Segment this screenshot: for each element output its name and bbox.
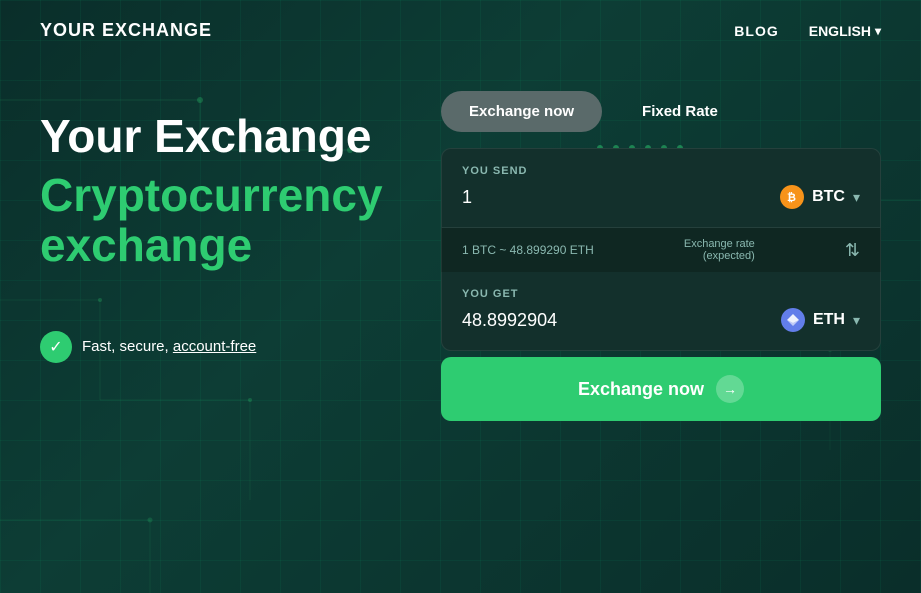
exchange-btn-label: Exchange now bbox=[578, 379, 704, 400]
feature-badge: ✓ Fast, secure, account-free bbox=[40, 331, 401, 363]
send-section: YOU SEND ₿ BTC ▾ bbox=[441, 148, 881, 228]
check-icon: ✓ bbox=[40, 331, 72, 363]
get-field-row: ETH ▾ bbox=[462, 308, 860, 332]
exchange-rate-sublabel: (expected) bbox=[684, 250, 755, 262]
eth-icon bbox=[781, 308, 805, 332]
send-currency-selector[interactable]: ₿ BTC ▾ bbox=[780, 185, 860, 209]
exchange-widget: Exchange now Fixed Rate YOU SEND ₿ BTC bbox=[441, 91, 881, 421]
language-selector[interactable]: ENGLISH ▾ bbox=[809, 23, 881, 39]
send-field-row: ₿ BTC ▾ bbox=[462, 185, 860, 209]
hero-title-line1: Your Exchange bbox=[40, 111, 401, 162]
send-label: YOU SEND bbox=[462, 165, 860, 177]
exchange-now-button[interactable]: Exchange now → bbox=[441, 357, 881, 421]
lang-label: ENGLISH bbox=[809, 23, 871, 39]
btc-icon: ₿ bbox=[780, 185, 804, 209]
header: YOUR EXCHANGE BLOG ENGLISH ▾ bbox=[0, 0, 921, 61]
get-label: YOU GET bbox=[462, 288, 860, 300]
nav: BLOG ENGLISH ▾ bbox=[734, 23, 881, 39]
hero-section: Your Exchange Cryptocurrency exchange ✓ … bbox=[40, 91, 401, 363]
send-currency-name: BTC bbox=[812, 188, 845, 206]
get-currency-name: ETH bbox=[813, 311, 845, 329]
exchange-rate-info: Exchange rate (expected) bbox=[684, 238, 755, 262]
feature-text: Fast, secure, account-free bbox=[82, 338, 256, 355]
swap-arrows-icon[interactable]: ⇅ bbox=[845, 240, 860, 261]
logo: YOUR EXCHANGE bbox=[40, 20, 212, 41]
get-amount-input[interactable] bbox=[462, 310, 781, 331]
tab-fixed-rate[interactable]: Fixed Rate bbox=[622, 91, 738, 132]
nav-blog-link[interactable]: BLOG bbox=[734, 23, 778, 39]
main-content: Your Exchange Cryptocurrency exchange ✓ … bbox=[0, 61, 921, 421]
get-dropdown-arrow[interactable]: ▾ bbox=[853, 312, 860, 329]
info-bar: 1 BTC ~ 48.899290 ETH Exchange rate (exp… bbox=[441, 228, 881, 272]
hero-subtitle: Cryptocurrency exchange bbox=[40, 170, 401, 271]
rate-info-text: 1 BTC ~ 48.899290 ETH bbox=[462, 243, 594, 257]
get-section: YOU GET ETH ▾ bbox=[441, 272, 881, 351]
exchange-rate-label: Exchange rate bbox=[684, 238, 755, 250]
tab-bar: Exchange now Fixed Rate bbox=[441, 91, 881, 132]
send-amount-input[interactable] bbox=[462, 187, 780, 208]
chevron-down-icon: ▾ bbox=[875, 24, 881, 38]
svg-text:₿: ₿ bbox=[787, 192, 796, 204]
tab-exchange-now[interactable]: Exchange now bbox=[441, 91, 602, 132]
account-free-link[interactable]: account-free bbox=[173, 338, 256, 355]
arrow-right-icon: → bbox=[716, 375, 744, 403]
get-currency-selector[interactable]: ETH ▾ bbox=[781, 308, 860, 332]
exchange-card: YOU SEND ₿ BTC ▾ 1 BTC bbox=[441, 148, 881, 351]
send-dropdown-arrow[interactable]: ▾ bbox=[853, 189, 860, 206]
